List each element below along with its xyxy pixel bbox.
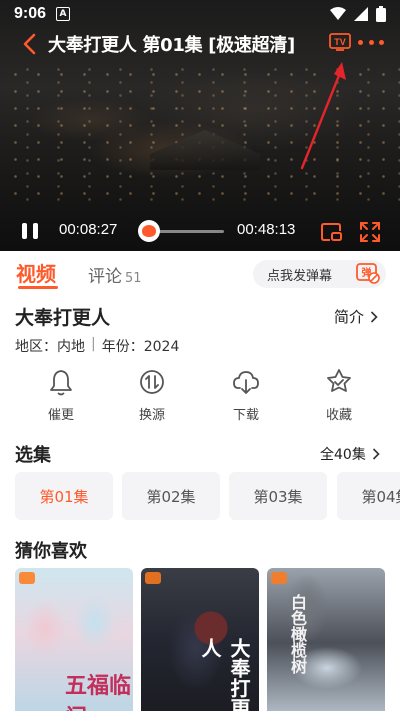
notification-icon: A (56, 7, 71, 21)
episodes-total: 全40集 (320, 447, 366, 463)
tab-comments-label: 评论 (88, 267, 122, 287)
download-button[interactable]: 下载 (216, 367, 276, 423)
chevron-left-icon (23, 33, 36, 55)
danmaku-toggle-icon[interactable]: 弹 (356, 262, 380, 284)
show-title: 大奉打更人 (15, 307, 111, 329)
pause-button[interactable] (22, 223, 38, 239)
year: 年份：2024 (101, 339, 180, 355)
total-time: 00:48:13 (237, 221, 296, 238)
pause-bar (33, 223, 38, 239)
signal-icon (354, 7, 368, 21)
fullscreen-button[interactable] (359, 221, 381, 243)
show-meta: 地区：内地 | 年份：2024 (15, 336, 179, 356)
episode-chip[interactable]: 第02集 (122, 472, 220, 520)
status-bar: 9:06 A (0, 0, 400, 28)
poster-badge-icon (145, 572, 161, 584)
chevron-right-icon (370, 310, 378, 323)
svg-text:TV: TV (334, 37, 346, 47)
episode-chip[interactable]: 第04集 (337, 472, 400, 520)
picture-in-picture-button[interactable] (320, 222, 342, 242)
chevron-right-icon (372, 448, 380, 460)
dot-icon (368, 39, 374, 45)
switch-source-label: 换源 (138, 408, 165, 423)
battery-icon (376, 6, 386, 22)
status-time: 9:06 (14, 5, 47, 22)
fullscreen-icon (360, 222, 380, 242)
cast-tv-button[interactable]: TV (329, 33, 351, 51)
comments-count: 51 (125, 271, 142, 286)
recommend-poster[interactable]: 大奉打更人 (141, 568, 259, 711)
favorite-label: 收藏 (325, 408, 352, 423)
tab-video[interactable]: 视频 (16, 258, 56, 287)
content-tabs: 视频 评论 51 点我发弹幕 弹 (0, 254, 400, 294)
annotation-arrow (300, 62, 346, 170)
player-controls: 00:08:27 00:48:13 (0, 212, 400, 250)
intro-label: 简介 (334, 308, 365, 326)
active-tab-indicator (18, 286, 58, 289)
recommend-poster[interactable]: 五福临门 (15, 568, 133, 711)
video-player[interactable]: 9:06 A 大奉打更人 第01集 [极速超清] TV 00:08:27 00:… (0, 0, 400, 251)
action-bar: 催更 换源 下载 收藏 (0, 367, 400, 429)
danmaku-input-button[interactable]: 点我发弹幕 弹 (253, 260, 386, 288)
poster-badge-icon (19, 572, 35, 584)
meta-separator: | (91, 336, 96, 352)
region: 地区：内地 (15, 339, 85, 355)
favorite-button[interactable]: 收藏 (309, 367, 369, 423)
recommend-title: 猜你喜欢 (15, 541, 87, 562)
poster-art-text: 白色橄榄树 (288, 594, 307, 674)
pause-bar (22, 223, 27, 239)
bell-icon (50, 370, 72, 396)
remind-update-button[interactable]: 催更 (31, 367, 91, 423)
episode-list: 第01集 第02集 第03集 第04集 (15, 472, 400, 520)
dot-icon (379, 39, 384, 45)
switch-source-button[interactable]: 换源 (122, 367, 182, 423)
recommend-poster[interactable]: 白色橄榄树 (267, 568, 385, 711)
seek-handle[interactable] (138, 220, 160, 242)
tab-comments[interactable]: 评论 51 (88, 262, 142, 287)
danmaku-prompt: 点我发弹幕 (267, 268, 333, 284)
poster-art-text: 五福临门 (65, 673, 132, 711)
poster-badge-icon (271, 572, 287, 584)
download-label: 下载 (232, 408, 259, 423)
wifi-icon (330, 7, 346, 20)
status-icons (330, 6, 386, 22)
episode-chip[interactable]: 第01集 (15, 472, 113, 520)
tv-icon: TV (329, 33, 351, 51)
remind-update-label: 催更 (47, 408, 74, 423)
current-time: 00:08:27 (59, 221, 118, 238)
recommend-list: 五福临门 大奉打更人 白色橄榄树 (15, 568, 400, 711)
all-episodes-link[interactable]: 全40集 (320, 444, 380, 464)
back-button[interactable] (14, 29, 44, 59)
poster-art-text: 大奉打更人 (198, 638, 251, 711)
intro-link[interactable]: 简介 (334, 306, 378, 327)
video-title: 大奉打更人 第01集 [极速超清] (48, 35, 295, 56)
episodes-title: 选集 (15, 445, 51, 466)
pip-icon (321, 223, 342, 241)
more-options-button[interactable] (358, 32, 384, 52)
dot-icon (358, 39, 363, 45)
favorite-icon (327, 369, 351, 392)
switch-source-icon (140, 370, 164, 394)
episode-chip[interactable]: 第03集 (229, 472, 327, 520)
download-icon (233, 371, 259, 394)
player-top-bar: 大奉打更人 第01集 [极速超清] TV (0, 28, 400, 60)
